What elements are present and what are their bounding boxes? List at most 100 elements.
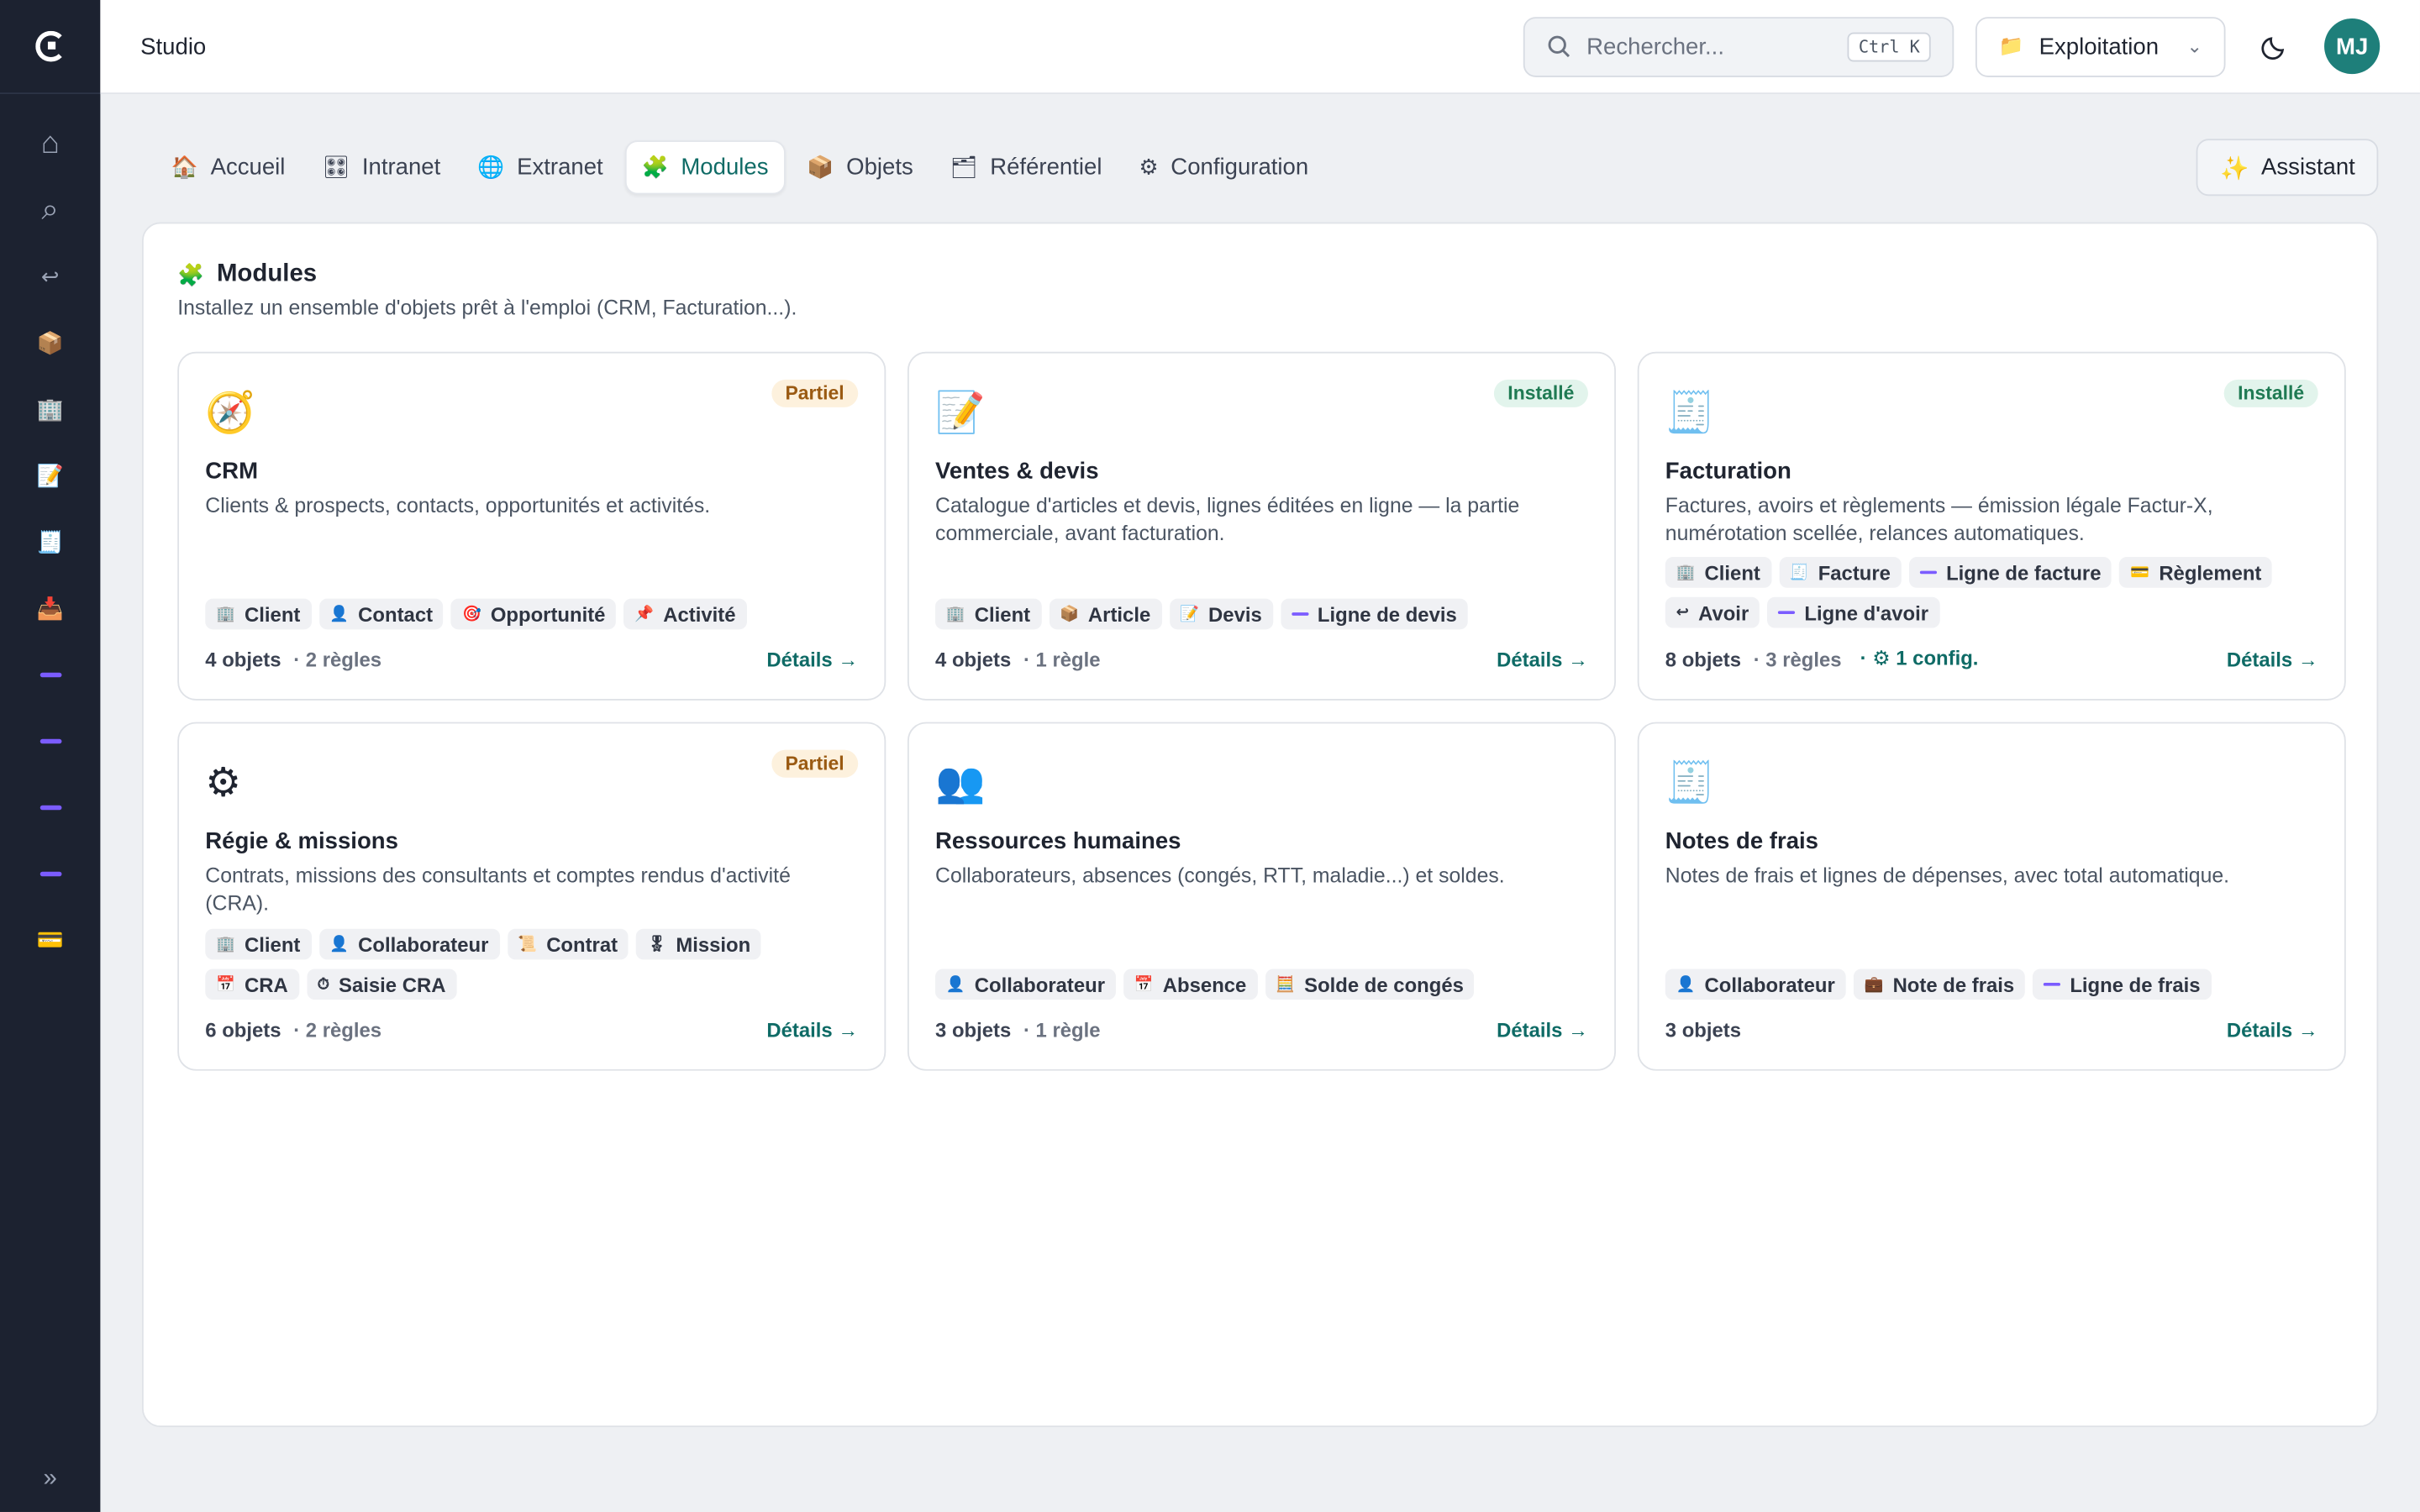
rule-count: · 3 règles: [1753, 647, 1842, 671]
user-avatar[interactable]: MJ: [2324, 18, 2381, 75]
object-label: Absence: [1162, 973, 1247, 996]
object-label: Collaborateur: [974, 973, 1106, 996]
object-icon: 📝: [1180, 605, 1200, 623]
object-icon: 🏢: [945, 605, 965, 623]
module-icon: ⚙: [205, 758, 242, 805]
app-logo[interactable]: [0, 0, 101, 95]
tab-extranet[interactable]: 🌐 Extranet: [462, 140, 618, 194]
details-link[interactable]: Détails →: [1497, 1018, 1588, 1042]
sidebar-item-dash-icon[interactable]: [25, 716, 75, 765]
tab-icon: 📦: [807, 154, 834, 180]
tab-objets[interactable]: 📦 Objets: [792, 140, 929, 194]
details-link[interactable]: Détails →: [2227, 647, 2318, 670]
sidebar-item-dash-icon[interactable]: [25, 782, 75, 832]
sidebar-item-card-icon[interactable]: 💳: [25, 915, 75, 964]
object-label: Solde de congés: [1304, 973, 1464, 996]
object-count: 8 objets: [1665, 647, 1742, 671]
sidebar-item-receipt-icon[interactable]: 🧾: [25, 517, 75, 566]
search-input[interactable]: Rechercher... Ctrl K: [1523, 16, 1954, 76]
module-card[interactable]: ⚙ Partiel Régie & missions Contrats, missio…: [177, 722, 886, 1071]
object-chip: 📅 Absence: [1123, 969, 1258, 1000]
object-chips: 🏢 Client 🧾 Facture Ligne de facture 💳 Règlemen…: [1665, 557, 2318, 628]
object-chip: 📌 Activité: [623, 598, 747, 630]
object-icon: ⏱: [317, 975, 330, 993]
dark-mode-toggle[interactable]: [2247, 18, 2302, 74]
config-count: · ⚙ 1 config.: [1860, 646, 1979, 670]
expand-sidebar-icon[interactable]: »: [0, 1466, 100, 1494]
object-icon: 📌: [634, 605, 655, 623]
assistant-button[interactable]: ✨ Assistant: [2196, 139, 2379, 197]
object-chip: 🏢 Client: [1665, 557, 1771, 588]
dash-icon: [2044, 982, 2061, 987]
rule-count: · 1 règle: [1023, 1018, 1101, 1042]
object-chips: 🏢 Client 👤 Contact 🎯 Opportunité 📌 Activité: [205, 598, 858, 630]
object-chip: Ligne d'avoir: [1767, 596, 1939, 628]
object-chip: ⏱ Saisie CRA: [306, 969, 457, 1000]
environment-select[interactable]: 📁 Exploitation ⌄: [1975, 16, 2226, 76]
sidebar-item-dash-icon[interactable]: [25, 848, 75, 898]
tab-icon: 🗂: [950, 154, 978, 180]
tab-modules[interactable]: 🧩 Modules: [624, 140, 786, 195]
tab-label: Configuration: [1171, 154, 1309, 181]
object-count: 3 objets: [1665, 1018, 1742, 1042]
object-label: Opportunité: [490, 602, 606, 626]
object-chip: 🏢 Client: [935, 598, 1041, 630]
sidebar-item-package-icon[interactable]: 📦: [25, 318, 75, 367]
object-icon: 👤: [1676, 975, 1696, 993]
tab-configuration[interactable]: ⚙ Configuration: [1123, 140, 1323, 194]
status-badge: Partiel: [771, 749, 859, 778]
folder-icon: 📁: [1998, 34, 2024, 57]
module-card[interactable]: 🧾 Installé Facturation Factures, avoirs et …: [1637, 351, 2346, 701]
details-link[interactable]: Détails →: [766, 1018, 858, 1042]
object-label: Ligne de frais: [2070, 973, 2201, 996]
object-icon: 🏢: [216, 935, 236, 953]
module-card[interactable]: 🧾 Notes de frais Notes de frais et lignes …: [1637, 722, 2346, 1071]
status-badge: Partiel: [771, 379, 859, 407]
module-description: Catalogue d'articles et devis, lignes éd…: [935, 493, 1520, 544]
object-chip: 🎯 Opportunité: [451, 598, 617, 630]
chevron-down-icon: ⌄: [2186, 35, 2202, 57]
app-title: Studio: [140, 33, 207, 60]
panel-subtitle: Installez un ensemble d'objets prêt à l'…: [177, 296, 797, 320]
sidebar-item-return-icon[interactable]: ↩: [25, 251, 75, 301]
object-icon: 🏢: [1676, 564, 1696, 581]
module-card[interactable]: 👥 Ressources humaines Collaborateurs, abse…: [907, 722, 1617, 1071]
tab-référentiel[interactable]: 🗂 Référentiel: [934, 140, 1117, 194]
object-chips: 👤 Collaborateur 📅 Absence 🧮 Solde de congés: [935, 969, 1588, 1000]
status-badge: Installé: [1493, 379, 1588, 407]
tab-icon: 🌐: [477, 154, 505, 180]
search-placeholder: Rechercher...: [1586, 33, 1724, 60]
sidebar-item-search-icon[interactable]: ⌕: [25, 185, 75, 234]
tab-accueil[interactable]: 🏠 Accueil: [156, 140, 301, 194]
panel-header: 🧩 Modules: [177, 260, 2343, 288]
module-description: Factures, avoirs et règlements — émissio…: [1665, 493, 2213, 544]
sidebar-item-inbox-icon[interactable]: 📥: [25, 583, 75, 633]
home-icon: ⌂: [40, 125, 60, 160]
object-icon: 📜: [518, 935, 538, 953]
object-label: Activité: [663, 602, 736, 626]
module-name: Facturation: [1665, 458, 1791, 485]
details-link[interactable]: Détails →: [2227, 1018, 2318, 1042]
object-icon: 📅: [1134, 975, 1154, 993]
details-link[interactable]: Détails →: [1497, 648, 1588, 671]
tab-label: Accueil: [210, 154, 286, 181]
tab-icon: 🏠: [171, 154, 198, 180]
tab-intranet[interactable]: 🎛 Intranet: [307, 140, 456, 194]
sidebar-item-document-icon[interactable]: 📝: [25, 450, 75, 500]
object-chip: Ligne de devis: [1280, 598, 1468, 630]
object-chip: 📅 CRA: [205, 969, 299, 1000]
moon-icon: [2261, 37, 2285, 60]
object-chip: 👤 Contact: [318, 598, 444, 630]
object-icon: 🧮: [1276, 975, 1296, 993]
module-description: Notes de frais et lignes de dépenses, av…: [1665, 864, 2230, 888]
module-description: Clients & prospects, contacts, opportuni…: [205, 493, 711, 517]
sidebar-item-building-icon[interactable]: 🏢: [25, 384, 75, 433]
sidebar-item-home-icon[interactable]: ⌂: [25, 118, 75, 168]
module-card[interactable]: 🧭 Partiel CRM Clients & prospects, contacts…: [177, 351, 886, 701]
object-label: Collaborateur: [358, 932, 489, 956]
module-icon: 🧾: [1665, 758, 1716, 805]
details-link[interactable]: Détails →: [766, 648, 858, 671]
object-chips: 👤 Collaborateur 💼 Note de frais Ligne de fra…: [1665, 969, 2318, 1000]
sidebar-item-dash-icon[interactable]: [25, 649, 75, 699]
module-card[interactable]: 📝 Installé Ventes & devis Catalogue d'artic…: [907, 351, 1617, 701]
